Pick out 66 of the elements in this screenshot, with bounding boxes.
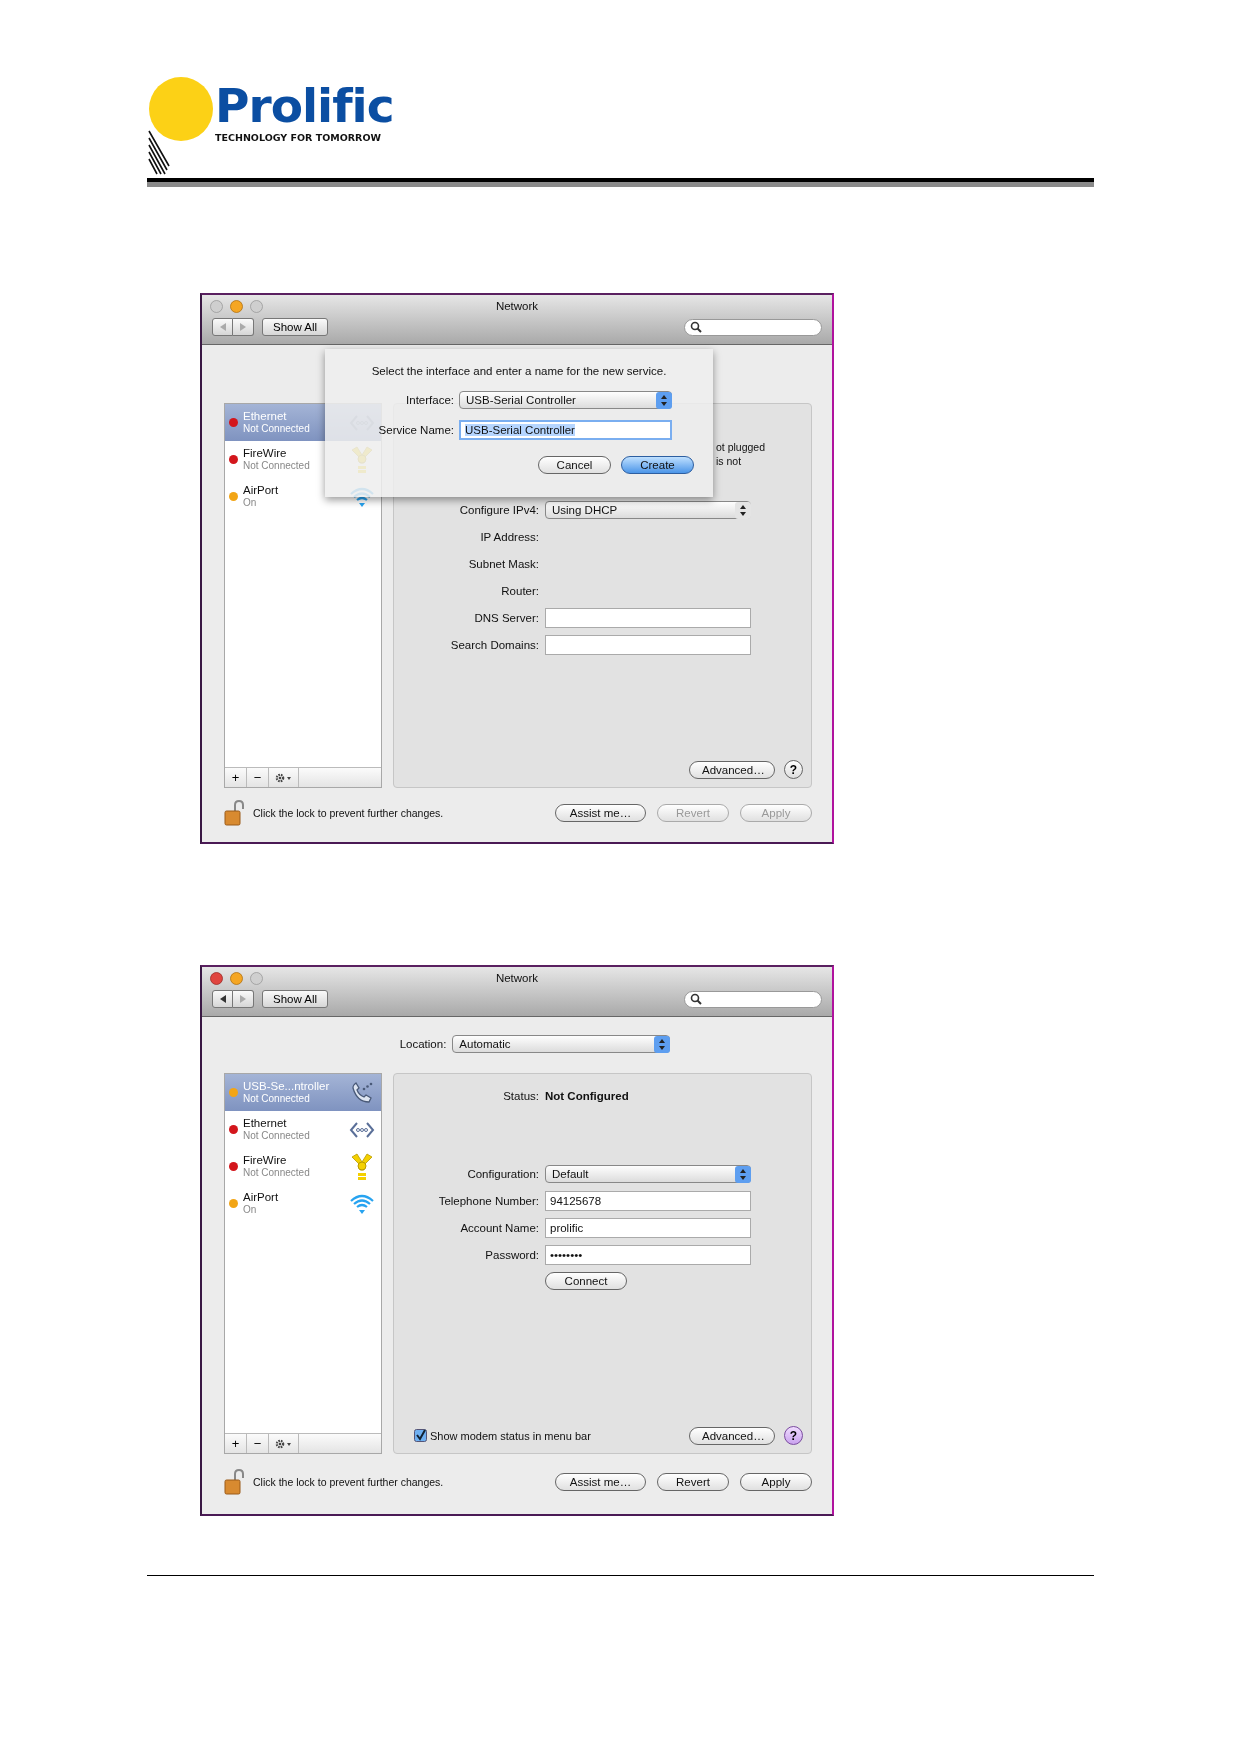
status-text: ot plugged: [716, 440, 766, 454]
dropdown[interactable]: Default: [545, 1165, 751, 1183]
checkbox-label: Show modem status in menu bar: [430, 1429, 591, 1442]
advanced-button[interactable]: Advanced…: [689, 1426, 775, 1445]
lock-message: Click the lock to prevent further changes.: [253, 1476, 444, 1488]
dropdown[interactable]: Automatic: [452, 1035, 671, 1053]
service-name: AirPort: [243, 484, 280, 497]
service-item[interactable]: Ethernet Not Connected: [225, 1111, 381, 1148]
dialog-button[interactable]: Revert: [657, 1473, 729, 1491]
field-label: DNS Server:: [473, 611, 539, 626]
field-label: Interface:: [405, 393, 454, 408]
dropdown[interactable]: Using DHCP: [545, 501, 751, 519]
add-button[interactable]: +: [225, 1434, 247, 1453]
sheet-prompt: Select the interface and enter a name for the new service.: [371, 365, 667, 377]
window-title: Network: [495, 300, 539, 312]
field-label: IP Address:: [479, 530, 539, 545]
remove-button[interactable]: −: [247, 768, 269, 787]
brand-name: Prolific: [215, 82, 394, 129]
show-all-button[interactable]: Show All: [262, 318, 329, 336]
status-text: is not: [716, 454, 742, 468]
lock-message: Click the lock to prevent further changes.: [253, 807, 444, 819]
field-label: Router:: [500, 584, 539, 599]
field-label: Password:: [484, 1248, 539, 1263]
dropdown[interactable]: USB-Serial Controller: [459, 391, 672, 409]
service-status: On: [243, 1204, 258, 1216]
field-label: Status:: [502, 1089, 539, 1104]
field-label: Configure IPv4:: [458, 503, 539, 518]
add-button[interactable]: +: [225, 768, 247, 787]
field-label: Configuration:: [466, 1167, 539, 1182]
service-name: AirPort: [243, 1191, 280, 1204]
window-title: Network: [495, 972, 539, 984]
help-button[interactable]: ?: [784, 760, 803, 779]
service-status: Not Connected: [243, 1130, 311, 1142]
field-label: Account Name:: [459, 1221, 539, 1236]
dialog-button[interactable]: Cancel: [538, 456, 611, 474]
remove-button[interactable]: −: [247, 1434, 269, 1453]
service-status: Not Connected: [243, 1093, 311, 1105]
dialog-button[interactable]: Apply: [740, 1473, 812, 1491]
field-label: Location:: [399, 1037, 447, 1052]
text-field[interactable]: ••••••••: [545, 1245, 751, 1265]
text-field[interactable]: USB-Serial Controller: [459, 420, 672, 440]
brand-tagline: TECHNOLOGY FOR TOMORROW: [215, 132, 382, 143]
show-all-button[interactable]: Show All: [262, 990, 329, 1008]
text-field[interactable]: 94125678: [545, 1191, 751, 1211]
connect-button[interactable]: Connect: [545, 1272, 627, 1290]
advanced-button[interactable]: Advanced…: [689, 760, 775, 779]
service-status: Not Connected: [243, 423, 311, 435]
service-item[interactable]: FireWire Not Connected: [225, 1148, 381, 1185]
dialog-button[interactable]: Create: [621, 456, 694, 474]
field-label: Telephone Number:: [437, 1194, 539, 1209]
service-name: FireWire: [243, 447, 288, 460]
service-name: FireWire: [243, 1154, 288, 1167]
service-name: Ethernet: [243, 1117, 288, 1130]
service-status: Not Connected: [243, 460, 311, 472]
service-status: On: [243, 497, 258, 509]
dialog-button[interactable]: Assist me…: [555, 804, 646, 822]
field-label: Search Domains:: [449, 638, 539, 653]
service-item[interactable]: AirPort On: [225, 1185, 381, 1222]
help-button[interactable]: ?: [784, 1426, 803, 1445]
service-name: USB-Se...ntroller: [243, 1080, 331, 1093]
text-field[interactable]: prolific: [545, 1218, 751, 1238]
field-label: Subnet Mask:: [467, 557, 539, 572]
status-value: Not Configured: [545, 1089, 630, 1104]
service-status: Not Connected: [243, 1167, 311, 1179]
dialog-button[interactable]: Assist me…: [555, 1473, 646, 1491]
service-name: Ethernet: [243, 410, 288, 423]
